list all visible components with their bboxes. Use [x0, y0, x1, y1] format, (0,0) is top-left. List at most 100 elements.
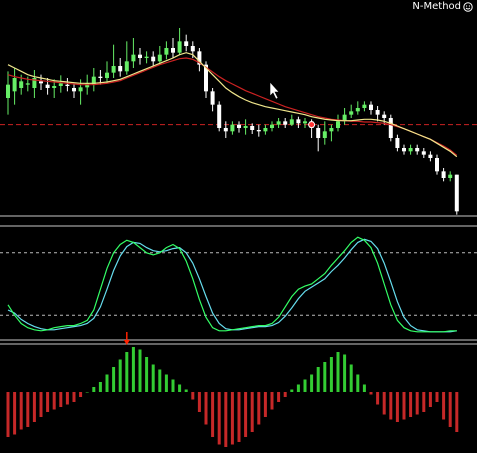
histogram-bar	[151, 364, 155, 392]
histogram-bar	[283, 392, 287, 397]
histogram-bar	[138, 349, 142, 392]
candle-body	[415, 148, 420, 152]
candle-body	[270, 124, 274, 128]
candle-body	[52, 86, 57, 88]
candle-body	[98, 76, 103, 78]
histogram-bar	[257, 392, 261, 425]
histogram-bar	[250, 392, 254, 432]
histogram-bar	[112, 367, 116, 392]
candle-body	[151, 56, 156, 62]
candle-body	[276, 121, 281, 125]
candle-body	[131, 54, 136, 62]
candle-body	[375, 110, 380, 115]
candle-body	[329, 128, 334, 132]
histogram-bar	[92, 387, 96, 392]
candle-body	[388, 118, 393, 138]
stoch-main-line	[7, 236, 457, 333]
histogram-bar	[145, 357, 149, 392]
histogram-bar	[303, 379, 307, 392]
candle-body	[316, 128, 321, 138]
candle-body	[395, 138, 400, 148]
candle-body	[296, 119, 301, 124]
histogram-bar	[415, 392, 419, 415]
histogram-bar	[376, 392, 380, 405]
candle-body	[144, 56, 149, 58]
histogram-bar	[237, 392, 241, 442]
histogram-bar	[382, 392, 386, 415]
candle-body	[283, 121, 288, 125]
brand-text: N-Method	[412, 1, 461, 12]
histogram-bar	[455, 392, 459, 432]
candle-body	[12, 78, 17, 92]
histogram-bar	[85, 392, 89, 393]
histogram-bar	[409, 392, 413, 417]
histogram-bar	[191, 392, 195, 400]
histogram-bar	[59, 392, 63, 407]
smiley-icon	[463, 1, 473, 12]
candle-body	[256, 130, 261, 132]
candle-body	[78, 87, 83, 92]
histogram-bar	[197, 392, 201, 412]
candle-body	[210, 91, 215, 105]
candle-body	[435, 158, 439, 172]
histogram-bar	[277, 392, 281, 402]
stoch-signal-line	[7, 238, 457, 333]
histogram-bar	[362, 384, 366, 392]
histogram-bar	[336, 352, 340, 392]
histogram-bar	[290, 389, 294, 392]
ma-fast-line	[7, 52, 458, 158]
histogram-bar	[442, 392, 446, 420]
histogram-bar	[105, 374, 109, 392]
candle-body	[171, 48, 175, 53]
candle-body	[217, 104, 222, 128]
histogram-bar	[171, 379, 175, 392]
histogram-bar	[263, 392, 267, 417]
histogram-bar	[224, 392, 228, 447]
histogram-bar	[389, 392, 393, 420]
histogram-bar	[131, 347, 135, 392]
candle-body	[164, 48, 169, 55]
candle-body	[421, 151, 426, 155]
candle-body	[124, 61, 129, 72]
candle-body	[25, 83, 30, 85]
histogram-bar	[296, 384, 300, 392]
histogram-bar	[13, 392, 17, 435]
histogram-bar	[32, 392, 36, 422]
histogram-bar	[6, 392, 10, 437]
mouse-cursor-icon	[269, 81, 280, 100]
histogram-bar	[65, 392, 69, 405]
histogram-bar	[98, 382, 102, 392]
histogram-bar	[428, 392, 432, 407]
candle-body	[289, 119, 294, 125]
candle-body	[85, 83, 90, 88]
histogram-bar	[230, 392, 234, 445]
histogram-bar	[316, 367, 320, 392]
histogram-bar	[270, 392, 274, 410]
candle-body	[190, 46, 195, 52]
histogram-bar	[39, 392, 43, 417]
candle-body	[349, 111, 354, 115]
histogram-bar	[349, 364, 353, 392]
histogram-bar	[217, 392, 221, 445]
histogram-bar	[79, 392, 83, 397]
histogram-bar	[323, 362, 327, 392]
candle-body	[138, 54, 142, 58]
candle-body	[111, 66, 116, 73]
histogram-bar	[19, 392, 23, 430]
candle-body	[72, 88, 76, 92]
histogram-bar	[125, 352, 129, 392]
price-marker	[308, 121, 316, 129]
histogram-bar	[184, 389, 188, 392]
candle-body	[243, 126, 248, 128]
candle-body	[441, 171, 446, 178]
histogram-bar	[369, 392, 373, 395]
candle-body	[402, 148, 406, 152]
histogram-bar	[72, 392, 76, 402]
candle-body	[355, 108, 360, 112]
histogram-bar	[118, 359, 122, 392]
histogram-bar	[448, 392, 452, 427]
candle-body	[45, 84, 50, 88]
trading-chart[interactable]	[0, 0, 477, 453]
candle-body	[362, 104, 367, 108]
histogram-bar	[422, 392, 426, 412]
